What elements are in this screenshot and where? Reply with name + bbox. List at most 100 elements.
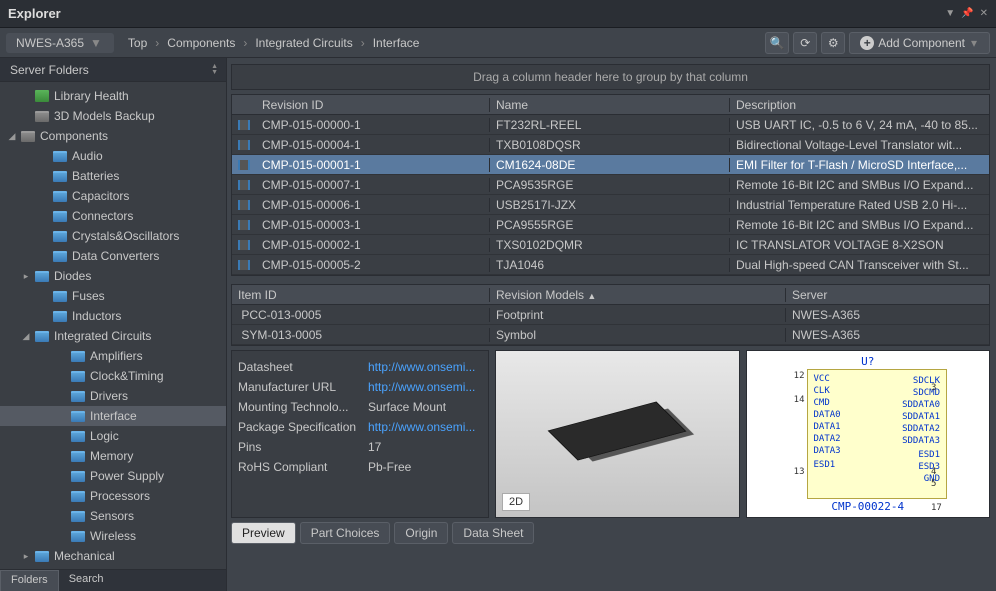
- prop-rohs-val: Pb-Free: [368, 460, 482, 474]
- tree-fuses[interactable]: Fuses: [0, 286, 226, 306]
- components-grid: Revision ID Name Description CMP-015-000…: [231, 94, 990, 276]
- tree-drivers[interactable]: Drivers: [0, 386, 226, 406]
- component-icon: [238, 240, 250, 250]
- tab-datasheet[interactable]: Data Sheet: [452, 522, 534, 544]
- tree-processors[interactable]: Processors: [0, 486, 226, 506]
- grid-row[interactable]: CMP-015-00000-1 FT232RL-REEL USB UART IC…: [232, 115, 989, 135]
- component-icon: [238, 220, 250, 230]
- preview-tabs: Preview Part Choices Origin Data Sheet: [231, 522, 990, 544]
- tree-connectors[interactable]: Connectors: [0, 206, 226, 226]
- settings-button[interactable]: ⚙: [821, 32, 845, 54]
- col-revision[interactable]: Revision ID: [256, 98, 490, 112]
- add-component-button[interactable]: + Add Component ▾: [849, 32, 990, 54]
- tree-diodes[interactable]: ▸Diodes: [0, 266, 226, 286]
- tree-crystals[interactable]: Crystals&Oscillators: [0, 226, 226, 246]
- model-row[interactable]: PCC-013-0005 Footprint NWES-A365: [232, 305, 989, 325]
- tree-mechanical[interactable]: ▸Mechanical: [0, 546, 226, 566]
- component-icon: [238, 160, 250, 170]
- sidebar-header: Server Folders ▲▼: [0, 58, 226, 82]
- tree-library-health[interactable]: Library Health: [0, 86, 226, 106]
- tree-clock[interactable]: Clock&Timing: [0, 366, 226, 386]
- tree-components[interactable]: ◢Components: [0, 126, 226, 146]
- search-button[interactable]: 🔍: [765, 32, 789, 54]
- sort-icon[interactable]: ▲▼: [211, 64, 218, 76]
- prop-pins-val: 17: [368, 440, 482, 454]
- col-server[interactable]: Server: [786, 288, 989, 302]
- breadcrumb-ic[interactable]: Integrated Circuits: [249, 33, 358, 53]
- pin-number: 4: [931, 467, 981, 477]
- prop-rohs-key: RoHS Compliant: [238, 460, 368, 474]
- component-icon: [238, 180, 250, 190]
- prop-mfr-val[interactable]: http://www.onsemi...: [368, 380, 482, 394]
- tree-memory[interactable]: Memory: [0, 446, 226, 466]
- schematic-ref: U?: [861, 355, 874, 368]
- grid-row[interactable]: CMP-015-00005-2 TJA1046 Dual High-speed …: [232, 255, 989, 275]
- grid-row[interactable]: CMP-015-00006-1 USB2517I-JZX Industrial …: [232, 195, 989, 215]
- grid-row[interactable]: CMP-015-00004-1 TXB0108DQSR Bidirectiona…: [232, 135, 989, 155]
- tree-capacitors[interactable]: Capacitors: [0, 186, 226, 206]
- tree-data-converters[interactable]: Data Converters: [0, 246, 226, 266]
- component-icon: [238, 140, 250, 150]
- tree-integrated-circuits[interactable]: ◢Integrated Circuits: [0, 326, 226, 346]
- schematic-panel[interactable]: U? VCCCLKCMDDATA0DATA1DATA2DATA3ESD1 SDC…: [746, 350, 991, 518]
- model-row[interactable]: SYM-013-0005 Symbol NWES-A365: [232, 325, 989, 345]
- chevron-right-icon: ›: [361, 36, 365, 50]
- tree-audio[interactable]: Audio: [0, 146, 226, 166]
- tree-amplifiers[interactable]: Amplifiers: [0, 346, 226, 366]
- pin-icon[interactable]: 📌: [961, 8, 973, 19]
- grid-row[interactable]: CMP-015-00002-1 TXS0102DQMR IC TRANSLATO…: [232, 235, 989, 255]
- sidebar: Server Folders ▲▼ Library Health 3D Mode…: [0, 58, 227, 591]
- prop-datasheet-key: Datasheet: [238, 360, 368, 374]
- schematic-symbol: VCCCLKCMDDATA0DATA1DATA2DATA3ESD1 SDCLKS…: [807, 369, 948, 499]
- breadcrumb-top[interactable]: Top: [122, 33, 153, 53]
- breadcrumb-interface[interactable]: Interface: [367, 33, 426, 53]
- tab-folders[interactable]: Folders: [0, 570, 59, 591]
- tree-interface[interactable]: Interface: [0, 406, 226, 426]
- component-icon: [238, 260, 250, 270]
- tree-batteries[interactable]: Batteries: [0, 166, 226, 186]
- grid-row[interactable]: CMP-015-00001-1 CM1624-08DE EMI Filter f…: [232, 155, 989, 175]
- col-description[interactable]: Description: [730, 98, 989, 112]
- prop-pkg-val[interactable]: http://www.onsemi...: [368, 420, 482, 434]
- tree-power[interactable]: Power Supply: [0, 466, 226, 486]
- breadcrumb-components[interactable]: Components: [161, 33, 241, 53]
- component-icon: [238, 200, 250, 210]
- prop-mfr-key: Manufacturer URL: [238, 380, 368, 394]
- models-header: Item ID Revision Models ▲ Server: [232, 285, 989, 305]
- pin-number: 14: [755, 395, 805, 405]
- tree-models-backup[interactable]: 3D Models Backup: [0, 106, 226, 126]
- models-grid: Item ID Revision Models ▲ Server PCC-013…: [231, 284, 990, 346]
- workspace-selector[interactable]: NWES-A365▼: [6, 33, 114, 53]
- prop-datasheet-val[interactable]: http://www.onsemi...: [368, 360, 482, 374]
- col-revision-models[interactable]: Revision Models ▲: [490, 288, 786, 302]
- 3d-render-panel[interactable]: 2D: [495, 350, 740, 518]
- group-hint[interactable]: Drag a column header here to group by th…: [231, 64, 990, 90]
- preview-panels: Datasheethttp://www.onsemi... Manufactur…: [231, 350, 990, 518]
- tab-origin[interactable]: Origin: [394, 522, 448, 544]
- tree-logic[interactable]: Logic: [0, 426, 226, 446]
- plus-icon: +: [860, 36, 874, 50]
- pin-icon[interactable]: ▼: [945, 8, 955, 19]
- close-icon[interactable]: ✕: [980, 8, 988, 19]
- properties-panel: Datasheethttp://www.onsemi... Manufactur…: [231, 350, 489, 518]
- chip-3d-model: [548, 401, 687, 460]
- tab-part-choices[interactable]: Part Choices: [300, 522, 391, 544]
- grid-row[interactable]: CMP-015-00007-1 PCA9535RGE Remote 16-Bit…: [232, 175, 989, 195]
- content-area: Drag a column header here to group by th…: [227, 58, 996, 591]
- refresh-button[interactable]: ⟳: [793, 32, 817, 54]
- schematic-cmp: CMP-00022-4: [831, 500, 904, 513]
- window-title: Explorer: [8, 6, 61, 21]
- grid-row[interactable]: CMP-015-00003-1 PCA9555RGE Remote 16-Bit…: [232, 215, 989, 235]
- col-item-id[interactable]: Item ID: [232, 288, 490, 302]
- tree-wireless[interactable]: Wireless: [0, 526, 226, 546]
- chevron-right-icon: ›: [243, 36, 247, 50]
- folder-tree[interactable]: Library Health 3D Models Backup ◢Compone…: [0, 82, 226, 569]
- prop-mount-key: Mounting Technolo...: [238, 400, 368, 414]
- tree-sensors[interactable]: Sensors: [0, 506, 226, 526]
- tab-preview[interactable]: Preview: [231, 522, 296, 544]
- pin-number: 3: [931, 383, 981, 393]
- col-name[interactable]: Name: [490, 98, 730, 112]
- view-mode-badge[interactable]: 2D: [502, 493, 530, 511]
- tree-inductors[interactable]: Inductors: [0, 306, 226, 326]
- tab-search[interactable]: Search: [59, 570, 114, 591]
